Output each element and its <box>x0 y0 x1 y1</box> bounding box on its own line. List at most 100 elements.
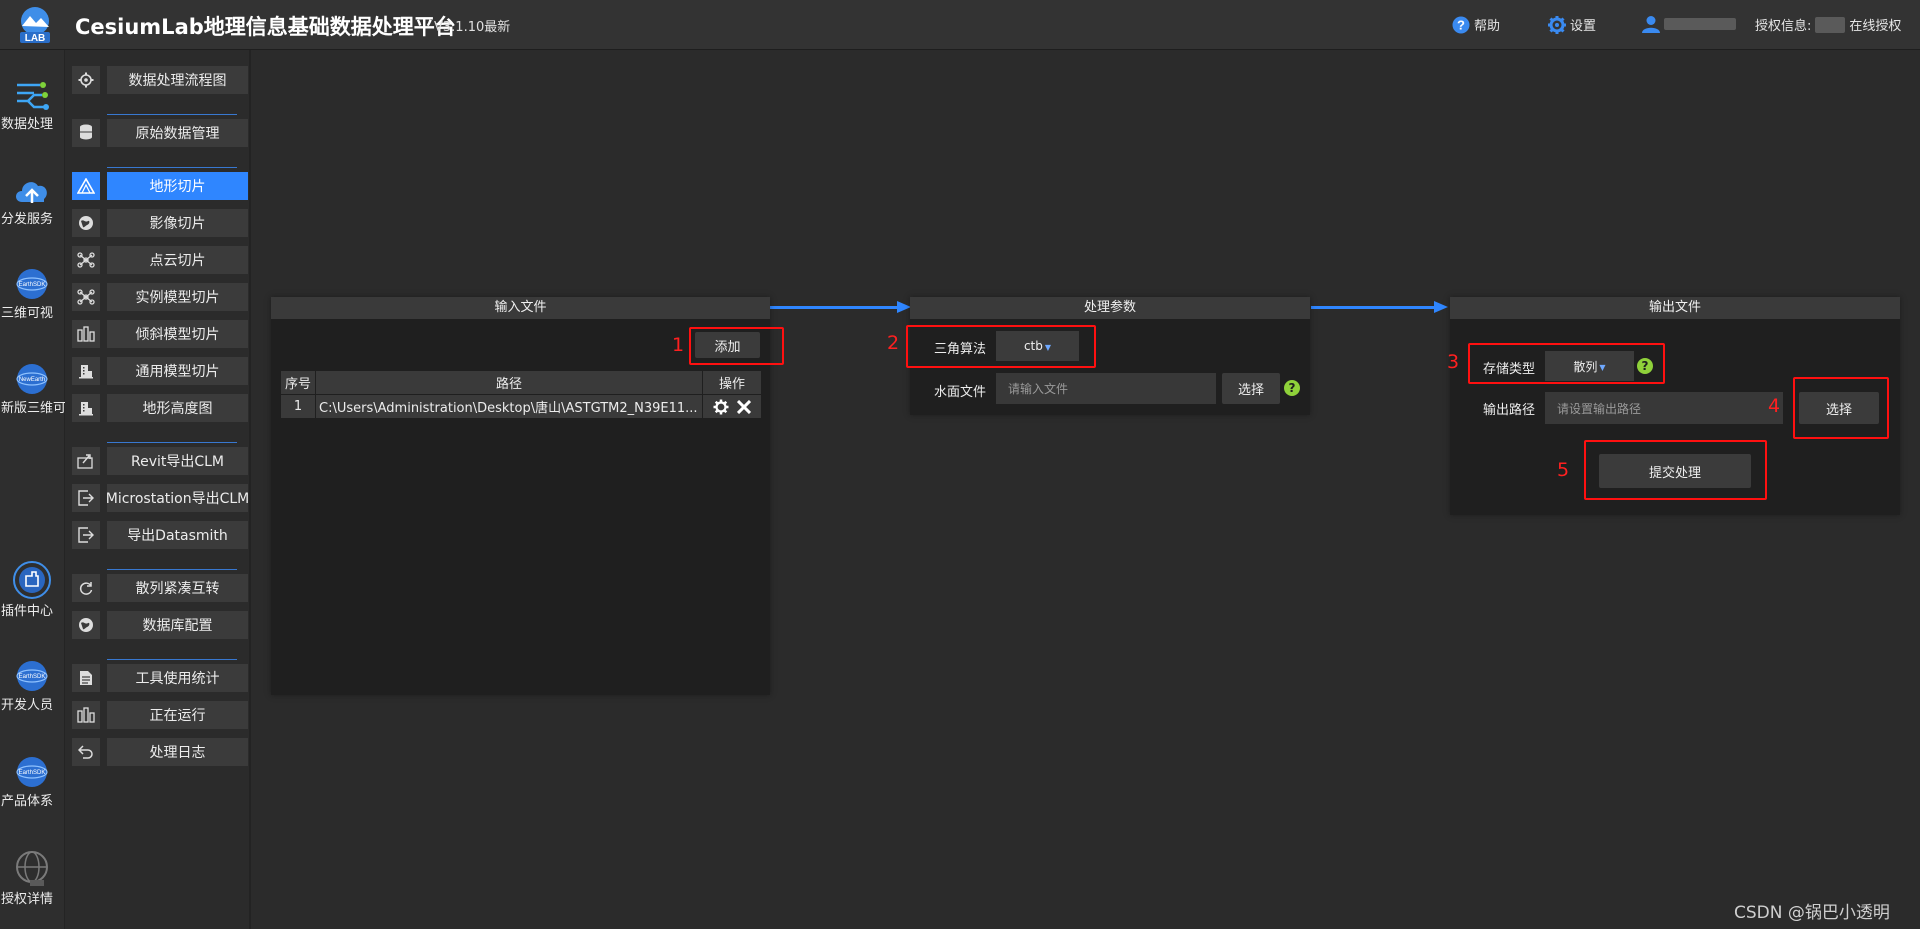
annotation-number-4: 4 <box>1768 395 1781 417</box>
menu-item-tool-usage-stats[interactable]: 工具使用统计 <box>72 664 248 692</box>
refresh-icon <box>72 574 100 602</box>
license-info: 授权信息: 在线授权 <box>1755 15 1901 34</box>
license-globe-icon <box>16 851 48 886</box>
annotation-box-5 <box>1584 440 1767 500</box>
undo-icon <box>72 738 100 766</box>
rail-item-new-3d-view[interactable]: NewEarth 新版三维可视 <box>0 361 79 416</box>
rail-item-product-system[interactable]: EarthSDK 产品体系 <box>0 754 64 809</box>
menu-label: 地形高度图 <box>107 394 248 422</box>
buildings-icon <box>72 320 100 348</box>
rail-label: 授权详情 <box>1 892 54 907</box>
help-icon: ? <box>1452 16 1470 33</box>
settings-link[interactable]: 设置 <box>1548 15 1596 34</box>
menu-item-microstation-export[interactable]: Microstation导出CLM <box>72 484 249 512</box>
menu-item-terrain-tiling[interactable]: 地形切片 <box>72 172 248 200</box>
menu-label: 点云切片 <box>107 246 248 274</box>
annotation-box-2 <box>906 325 1096 368</box>
menu-item-terrain-heightmap[interactable]: 地形高度图 <box>72 394 248 422</box>
gear-icon[interactable] <box>713 399 729 415</box>
help-link[interactable]: ? 帮助 <box>1452 15 1500 34</box>
newearth-icon: NewEarth <box>16 364 48 394</box>
menu-item-imagery-tiling[interactable]: 影像切片 <box>72 209 248 237</box>
username-redacted <box>1664 18 1736 30</box>
menu-divider <box>107 167 237 168</box>
nodes-icon <box>72 283 100 311</box>
help-icon[interactable]: ? <box>1284 380 1300 396</box>
table-row: 1 C:\Users\Administration\Desktop\唐山\AST… <box>280 394 762 419</box>
document-icon <box>72 664 100 692</box>
rail-item-3d-view[interactable]: EarthSDK 三维可视 <box>0 266 64 321</box>
menu-label: 散列紧凑互转 <box>107 574 248 602</box>
earthsdk-icon: EarthSDK <box>16 757 48 787</box>
menu-label: 原始数据管理 <box>107 119 248 147</box>
column-header-index: 序号 <box>280 370 316 395</box>
plugin-icon <box>13 561 51 599</box>
building-icon <box>72 394 100 422</box>
app-version: V3.1.10最新 <box>434 20 511 35</box>
menu-item-revit-export[interactable]: Revit导出CLM <box>72 447 248 475</box>
svg-text:?: ? <box>1457 17 1465 32</box>
gear-icon <box>72 66 100 94</box>
menu-item-generic-model-tiling[interactable]: 通用模型切片 <box>72 357 248 385</box>
output-path-input[interactable]: 请设置输出路径 <box>1545 392 1783 424</box>
menu-item-datasmith-export[interactable]: 导出Datasmith <box>72 521 248 549</box>
globe-icon <box>72 209 100 237</box>
menu-item-flowchart[interactable]: 数据处理流程图 <box>72 66 248 94</box>
nodes-icon <box>72 246 100 274</box>
column-header-path: 路径 <box>315 370 703 395</box>
menu-item-database-config[interactable]: 数据库配置 <box>72 611 248 639</box>
export-icon <box>72 447 100 475</box>
close-icon[interactable] <box>736 399 752 414</box>
menu-item-pointcloud-tiling[interactable]: 点云切片 <box>72 246 248 274</box>
left-rail: 数据处理 分发服务 EarthSDK 三维可视 NewEarth 新版三维可视 … <box>0 50 79 929</box>
rail-item-plugin-center[interactable]: 插件中心 <box>0 560 64 619</box>
rail-item-developers[interactable]: EarthSDK 开发人员 <box>0 658 64 713</box>
rail-item-data-processing[interactable]: 数据处理 <box>0 77 64 132</box>
terrain-icon <box>72 172 100 200</box>
rail-label: 开发人员 <box>1 698 54 713</box>
water-file-input[interactable]: 请输入文件 <box>996 373 1216 404</box>
rail-item-license-details[interactable]: 授权详情 <box>0 848 64 907</box>
app-title: CesiumLab地理信息基础数据处理平台 <box>75 15 456 39</box>
user-menu[interactable] <box>1642 15 1736 33</box>
license-status: 在线授权 <box>1849 19 1902 34</box>
building-icon <box>72 357 100 385</box>
license-label: 授权信息: <box>1755 19 1812 34</box>
cesiumlab-logo: LAB <box>20 7 50 44</box>
menu-divider <box>107 114 237 115</box>
row-path: C:\Users\Administration\Desktop\唐山\ASTGT… <box>315 394 703 419</box>
menu-label: 通用模型切片 <box>107 357 248 385</box>
output-path-label: 输出路径 <box>1483 403 1536 418</box>
flow-connector <box>770 306 898 309</box>
menu-divider <box>107 442 237 443</box>
rail-item-distribution[interactable]: 分发服务 <box>0 172 64 227</box>
flow-arrow-icon <box>1434 301 1448 313</box>
column-header-actions: 操作 <box>702 370 762 395</box>
settings-label: 设置 <box>1570 19 1597 34</box>
menu-item-raw-data[interactable]: 原始数据管理 <box>72 119 248 147</box>
processing-menu: 数据处理流程图 原始数据管理 地形切片 影像切片 点云切片 实例模型切片 倾斜模… <box>65 50 251 929</box>
rail-label: 数据处理 <box>1 117 54 132</box>
menu-item-process-log[interactable]: 处理日志 <box>72 738 248 766</box>
menu-item-running[interactable]: 正在运行 <box>72 701 248 729</box>
rail-label: 插件中心 <box>1 604 54 619</box>
menu-label: 影像切片 <box>107 209 248 237</box>
annotation-number-5: 5 <box>1557 459 1570 481</box>
panel-title: 输入文件 <box>271 297 770 319</box>
menu-label: Microstation导出CLM <box>106 484 249 512</box>
water-file-choose-button[interactable]: 选择 <box>1222 373 1280 404</box>
user-icon <box>1642 16 1660 33</box>
database-icon <box>72 119 100 147</box>
menu-item-hash-compact-convert[interactable]: 散列紧凑互转 <box>72 574 248 602</box>
svg-text:EarthSDK: EarthSDK <box>19 770 46 776</box>
svg-text:EarthSDK: EarthSDK <box>19 282 46 288</box>
row-index: 1 <box>280 394 316 419</box>
menu-item-oblique-model-tiling[interactable]: 倾斜模型切片 <box>72 320 248 348</box>
panel-title: 输出文件 <box>1450 297 1900 319</box>
menu-label: 数据库配置 <box>107 611 248 639</box>
top-bar: LAB CesiumLab地理信息基础数据处理平台 V3.1.10最新 ? 帮助… <box>0 0 1920 50</box>
svg-text:EarthSDK: EarthSDK <box>19 674 46 680</box>
rail-label: 分发服务 <box>1 212 54 227</box>
menu-item-instance-model-tiling[interactable]: 实例模型切片 <box>72 283 248 311</box>
license-redacted <box>1815 16 1846 33</box>
